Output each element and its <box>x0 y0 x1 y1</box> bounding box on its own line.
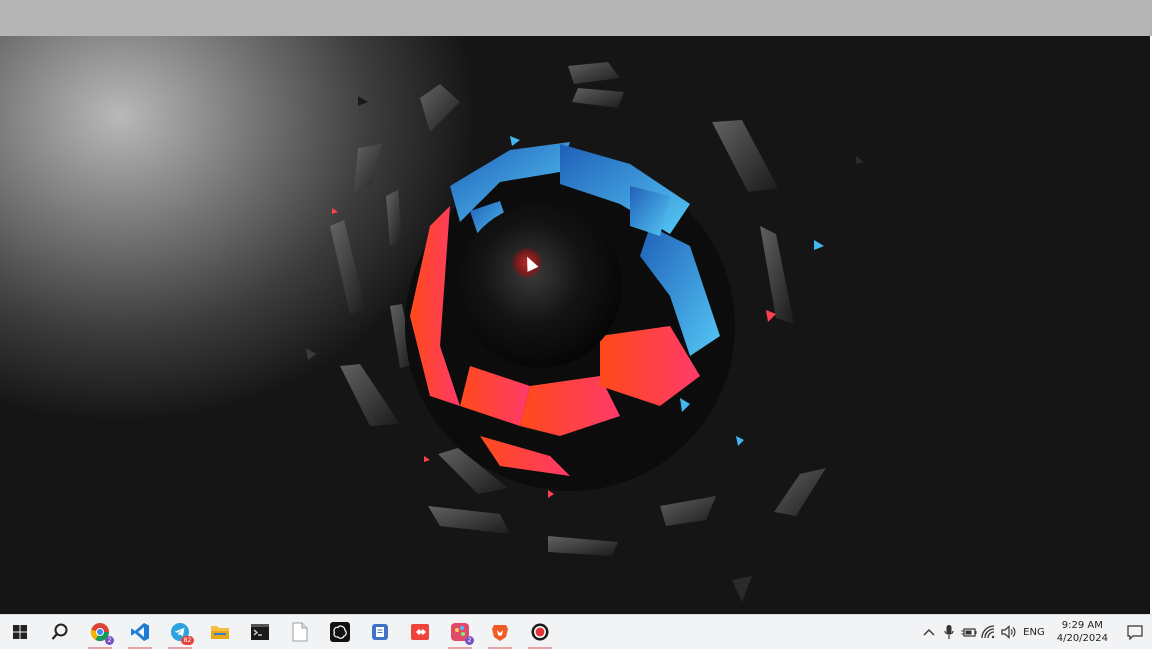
chrome-button[interactable]: 2 <box>80 615 120 649</box>
clipboard-icon <box>372 624 388 640</box>
desktop-wallpaper[interactable] <box>0 36 1150 614</box>
system-tray: ENG 9:29 AM 4/20/2024 <box>919 615 1152 649</box>
chrome-badge: 2 <box>105 636 114 645</box>
brave-button[interactable] <box>480 615 520 649</box>
record-icon <box>531 623 549 641</box>
chatgpt-button[interactable] <box>320 615 360 649</box>
speaker-icon <box>1001 625 1016 639</box>
paint-button[interactable]: 2 <box>440 615 480 649</box>
brave-icon <box>492 625 508 641</box>
search-icon <box>51 623 68 640</box>
windows-logo-icon <box>13 625 27 639</box>
input-language-indicator[interactable]: ENG <box>1023 627 1045 638</box>
terminal-button[interactable] <box>240 615 280 649</box>
chatgpt-icon <box>330 622 350 642</box>
volume-button[interactable] <box>999 615 1019 649</box>
clipboard-button[interactable] <box>360 615 400 649</box>
notification-icon <box>1127 624 1143 640</box>
microphone-icon <box>944 625 954 639</box>
vscode-icon <box>131 623 149 641</box>
recorder-button[interactable] <box>520 615 560 649</box>
clock[interactable]: 9:29 AM 4/20/2024 <box>1057 619 1108 645</box>
folder-icon <box>211 626 229 639</box>
anydesk-icon <box>411 624 429 640</box>
paint-badge: 2 <box>465 636 474 645</box>
telegram-badge: 82 <box>181 636 194 645</box>
network-button[interactable] <box>979 615 999 649</box>
terminal-icon <box>251 624 269 640</box>
action-center-button[interactable] <box>1118 615 1152 649</box>
anydesk-button[interactable] <box>400 615 440 649</box>
chevron-up-icon <box>923 629 935 636</box>
vscode-button[interactable] <box>120 615 160 649</box>
document-icon <box>292 622 308 642</box>
wallpaper-art <box>306 62 864 602</box>
wifi-icon <box>981 625 995 639</box>
taskbar: 2 82 2 ENG 9:29 AM 4/20/2024 <box>0 614 1152 649</box>
notepad-button[interactable] <box>280 615 320 649</box>
start-button[interactable] <box>0 615 40 649</box>
clock-date: 4/20/2024 <box>1056 633 1108 644</box>
battery-button[interactable] <box>959 615 979 649</box>
file-explorer-button[interactable] <box>200 615 240 649</box>
battery-plug-icon <box>961 628 977 637</box>
search-button[interactable] <box>40 615 80 649</box>
top-title-bar <box>0 0 1152 36</box>
microphone-button[interactable] <box>939 615 959 649</box>
clock-time: 9:29 AM <box>1061 620 1103 631</box>
telegram-button[interactable]: 82 <box>160 615 200 649</box>
show-hidden-icons-button[interactable] <box>919 615 939 649</box>
